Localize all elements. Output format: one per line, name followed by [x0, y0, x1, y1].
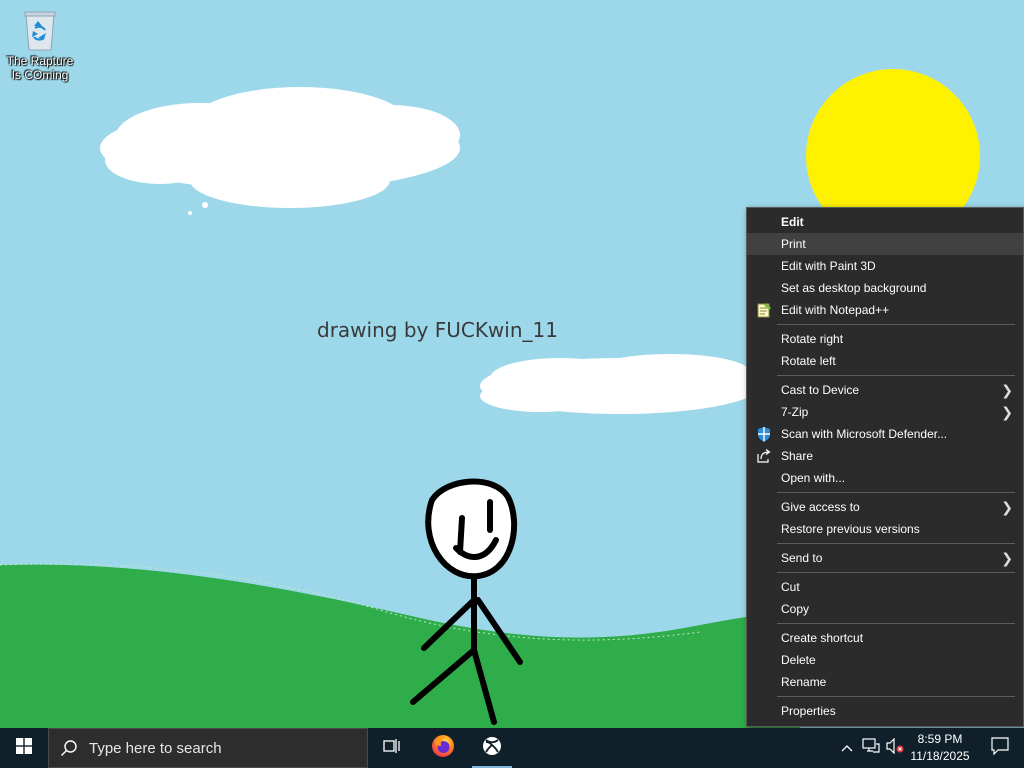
menu-item-edit-with-notepadpp[interactable]: Edit with Notepad++ [747, 299, 1023, 321]
menu-item-7zip[interactable]: 7-Zip ❯ [747, 401, 1023, 423]
chevron-right-icon: ❯ [1001, 382, 1013, 398]
menu-item-print[interactable]: Print [747, 233, 1023, 255]
menu-separator [777, 572, 1015, 573]
desktop-icon-label: The Rapture Is COming [6, 54, 74, 82]
menu-separator [777, 375, 1015, 376]
wallpaper-caption: drawing by FUCKwin_11 [317, 318, 558, 342]
menu-item-send-to[interactable]: Send to ❯ [747, 547, 1023, 569]
volume-muted-icon [886, 737, 904, 759]
chevron-right-icon: ❯ [1001, 404, 1013, 420]
volume-tray-button[interactable] [884, 728, 906, 768]
menu-item-cast-to-device[interactable]: Cast to Device ❯ [747, 379, 1023, 401]
network-icon [862, 737, 880, 759]
firefox-icon [431, 734, 455, 763]
menu-item-share[interactable]: Share [747, 445, 1023, 467]
context-menu: Edit Print Edit with Paint 3D Set as des… [746, 207, 1024, 727]
menu-separator [777, 324, 1015, 325]
share-icon [756, 448, 772, 464]
chevron-right-icon: ❯ [1001, 550, 1013, 566]
show-hidden-icons-button[interactable] [838, 728, 856, 768]
menu-separator [777, 492, 1015, 493]
desktop-icon-recycle-bin[interactable]: The Rapture Is COming [2, 6, 78, 82]
menu-item-create-shortcut[interactable]: Create shortcut [747, 627, 1023, 649]
notepadpp-icon [756, 302, 772, 318]
menu-item-set-as-desktop-background[interactable]: Set as desktop background [747, 277, 1023, 299]
menu-item-cut[interactable]: Cut [747, 576, 1023, 598]
menu-item-scan-with-defender[interactable]: Scan with Microsoft Defender... [747, 423, 1023, 445]
menu-item-rename[interactable]: Rename [747, 671, 1023, 693]
taskbar-clock[interactable]: 8:59 PM 11/18/2025 [906, 731, 974, 765]
chevron-up-icon [841, 739, 853, 757]
search-icon [49, 728, 89, 768]
task-view-icon [383, 738, 401, 759]
menu-item-properties[interactable]: Properties [747, 700, 1023, 722]
menu-item-edit-with-paint-3d[interactable]: Edit with Paint 3D [747, 255, 1023, 277]
menu-separator [777, 696, 1015, 697]
taskbar: Type here to search 8:59 PM 11/18/2025 [0, 728, 1024, 768]
menu-item-restore-previous-versions[interactable]: Restore previous versions [747, 518, 1023, 540]
start-button[interactable] [0, 728, 48, 768]
menu-item-delete[interactable]: Delete [747, 649, 1023, 671]
clock-time: 8:59 PM [917, 732, 963, 746]
menu-separator [777, 543, 1015, 544]
network-tray-button[interactable] [860, 728, 882, 768]
menu-item-give-access-to[interactable]: Give access to ❯ [747, 496, 1023, 518]
clock-date: 11/18/2025 [910, 749, 970, 763]
menu-item-rotate-left[interactable]: Rotate left [747, 350, 1023, 372]
recycle-bin-icon [20, 6, 60, 52]
taskbar-search-box[interactable]: Type here to search [48, 728, 368, 768]
menu-item-copy[interactable]: Copy [747, 598, 1023, 620]
chevron-right-icon: ❯ [1001, 499, 1013, 515]
xbox-icon [482, 736, 502, 761]
task-view-button[interactable] [368, 728, 416, 768]
firefox-taskbar-button[interactable] [419, 728, 467, 768]
menu-item-rotate-right[interactable]: Rotate right [747, 328, 1023, 350]
xbox-taskbar-button[interactable] [468, 728, 516, 768]
notification-icon [991, 736, 1009, 760]
windows-logo-icon [16, 737, 32, 759]
menu-item-open-with[interactable]: Open with... [747, 467, 1023, 489]
menu-item-edit[interactable]: Edit [747, 211, 1023, 233]
cloud [480, 354, 760, 414]
search-placeholder: Type here to search [89, 739, 222, 757]
action-center-button[interactable] [976, 728, 1024, 768]
menu-separator [777, 623, 1015, 624]
defender-shield-icon [756, 426, 772, 442]
